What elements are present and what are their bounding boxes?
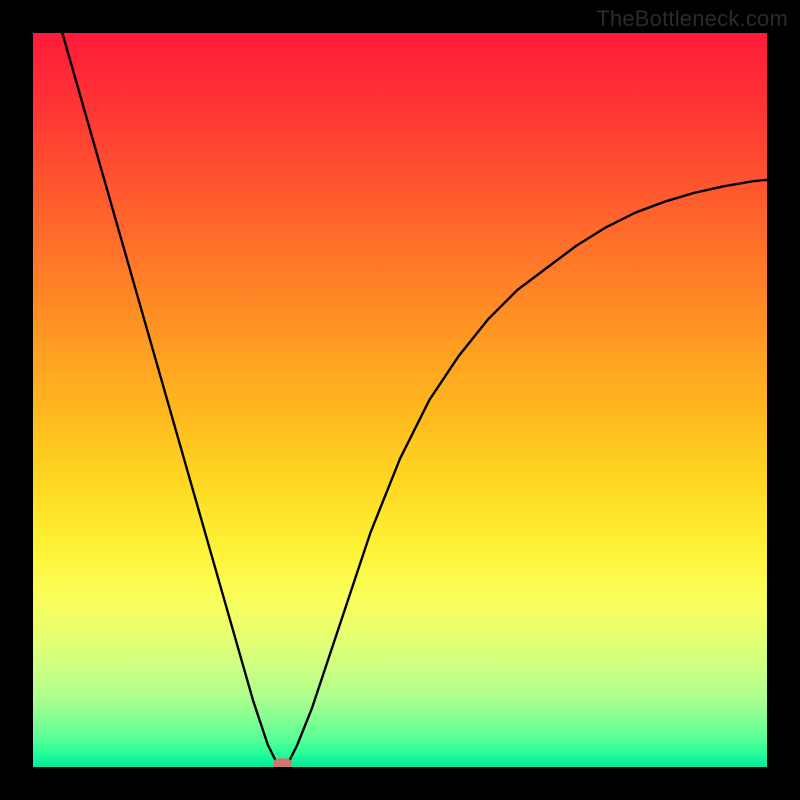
curve-svg (33, 33, 767, 767)
chart-frame: TheBottleneck.com (0, 0, 800, 800)
bottleneck-curve (62, 33, 767, 767)
watermark-text: TheBottleneck.com (596, 6, 788, 32)
plot-area (33, 33, 767, 767)
optimal-point-marker (274, 758, 292, 767)
